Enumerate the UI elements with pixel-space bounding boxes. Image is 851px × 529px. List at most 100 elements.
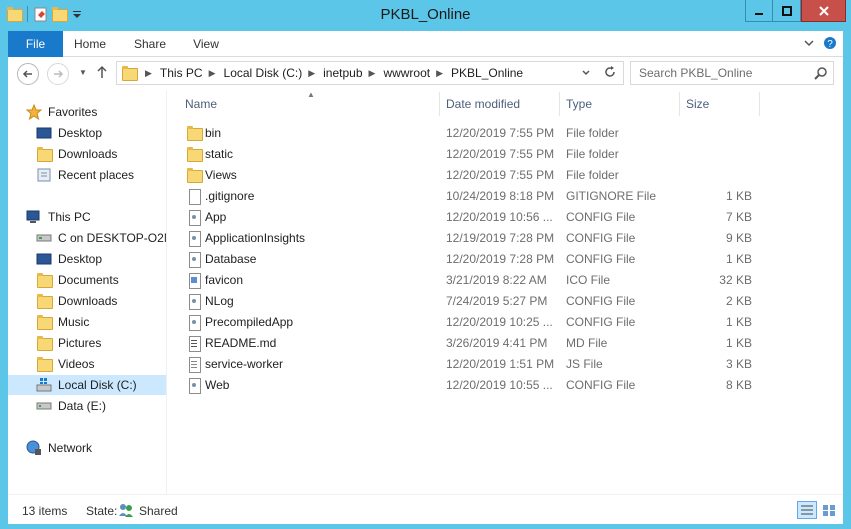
file-date-modified: 12/19/2019 7:28 PM: [446, 231, 555, 245]
file-row[interactable]: Web 12/20/2019 10:55 ... CONFIG File 8 KB: [167, 375, 843, 396]
breadcrumb-pkbl-online[interactable]: PKBL_Online: [451, 66, 523, 80]
file-row[interactable]: PrecompiledApp 12/20/2019 10:25 ... CONFIG…: [167, 312, 843, 333]
nav-documents[interactable]: Documents: [36, 270, 166, 290]
search-input[interactable]: Search PKBL_Online: [630, 61, 834, 85]
file-type: ICO File: [566, 273, 611, 287]
windows-drive-icon: [36, 377, 52, 393]
help-icon[interactable]: ?: [823, 36, 837, 53]
chevron-right-icon[interactable]: ▶: [436, 68, 443, 79]
file-date-modified: 12/20/2019 10:56 ...: [446, 210, 553, 224]
minimize-button[interactable]: [745, 0, 773, 22]
file-row[interactable]: Database 12/20/2019 7:28 PM CONFIG File 1 K…: [167, 249, 843, 270]
folder-icon: [121, 65, 138, 81]
recent-locations-icon[interactable]: ▼: [79, 68, 87, 77]
chevron-down-icon[interactable]: [581, 67, 591, 81]
back-button[interactable]: [17, 63, 39, 85]
chevron-right-icon[interactable]: ▶: [308, 68, 315, 79]
file-type: MD File: [566, 336, 608, 350]
file-size: 1 KB: [725, 252, 752, 266]
breadcrumb-inetpub[interactable]: inetpub: [323, 66, 362, 80]
pictures-folder-icon: [36, 335, 53, 351]
sort-ascending-icon: ▲: [307, 90, 315, 99]
expand-ribbon-icon[interactable]: [803, 37, 815, 52]
chevron-right-icon[interactable]: ▶: [145, 68, 152, 79]
address-row: ▼ ▶ This PC ▶ Local Disk (C:) ▶ inetpub …: [8, 57, 843, 90]
forward-button[interactable]: [47, 63, 69, 85]
file-row[interactable]: ApplicationInsights 12/19/2019 7:28 PM CON…: [167, 228, 843, 249]
file-name: Views: [205, 168, 237, 182]
nav-favorites[interactable]: Favorites: [25, 102, 166, 122]
status-bar: 13 items State: Shared: [8, 494, 843, 524]
nav-pictures[interactable]: Pictures: [36, 333, 166, 353]
drive-icon: [36, 398, 52, 414]
column-header-date[interactable]: Date modified: [440, 92, 560, 116]
file-row[interactable]: App 12/20/2019 10:56 ... CONFIG File 7 KB: [167, 207, 843, 228]
close-button[interactable]: [801, 0, 846, 22]
column-header-name[interactable]: Name ▲: [167, 90, 440, 116]
nav-music[interactable]: Music: [36, 312, 166, 332]
nav-downloads[interactable]: Downloads: [36, 291, 166, 311]
state-label: State:: [86, 504, 118, 518]
search-icon[interactable]: [814, 66, 828, 83]
downloads-folder-icon: [36, 146, 53, 162]
tab-view[interactable]: View: [183, 31, 229, 57]
refresh-icon[interactable]: [603, 65, 617, 82]
file-row[interactable]: service-worker 12/20/2019 1:51 PM JS File 3…: [167, 354, 843, 375]
file-type: CONFIG File: [566, 252, 636, 266]
file-row[interactable]: favicon 3/21/2019 8:22 AM ICO File 32 KB: [167, 270, 843, 291]
nav-network-drive[interactable]: C on DESKTOP-O2N: [36, 228, 166, 248]
file-date-modified: 12/20/2019 10:55 ...: [446, 378, 553, 392]
details-view-button[interactable]: [797, 501, 817, 519]
file-list: Name ▲ Date modified Type Size bin 12/20/…: [167, 90, 843, 494]
file-size: 2 KB: [725, 294, 752, 308]
chevron-right-icon[interactable]: ▶: [209, 68, 216, 79]
file-name: Database: [205, 252, 257, 266]
navigation-pane: Favorites Desktop Downloads Recent place…: [8, 90, 166, 494]
breadcrumb-this-pc[interactable]: This PC: [160, 66, 203, 80]
nav-videos[interactable]: Videos: [36, 354, 166, 374]
ico-file-icon: [186, 272, 202, 289]
file-row[interactable]: bin 12/20/2019 7:55 PM File folder: [167, 123, 843, 144]
file-type: CONFIG File: [566, 210, 636, 224]
file-row[interactable]: Views 12/20/2019 7:55 PM File folder: [167, 165, 843, 186]
config-file-icon: [186, 377, 202, 394]
nav-favorites-downloads[interactable]: Downloads: [36, 144, 166, 164]
config-file-icon: [186, 230, 202, 247]
nav-data-drive[interactable]: Data (E:): [36, 396, 166, 416]
breadcrumb-wwwroot[interactable]: wwwroot: [383, 66, 430, 80]
tab-share[interactable]: Share: [127, 31, 173, 57]
file-date-modified: 12/20/2019 7:55 PM: [446, 126, 555, 140]
file-size: [679, 165, 752, 186]
file-name: NLog: [205, 294, 234, 308]
large-icons-view-button[interactable]: [819, 501, 839, 519]
column-header-size[interactable]: Size: [680, 92, 760, 116]
column-header-type[interactable]: Type: [560, 92, 680, 116]
chevron-right-icon[interactable]: ▶: [369, 68, 376, 79]
file-row[interactable]: NLog 7/24/2019 5:27 PM CONFIG File 2 KB: [167, 291, 843, 312]
nav-desktop[interactable]: Desktop: [36, 249, 166, 269]
nav-favorites-desktop[interactable]: Desktop: [36, 123, 166, 143]
file-name: PrecompiledApp: [205, 315, 294, 329]
file-size: 3 KB: [725, 357, 752, 371]
svg-text:?: ?: [827, 39, 833, 50]
address-bar[interactable]: ▶ This PC ▶ Local Disk (C:) ▶ inetpub ▶ …: [116, 61, 624, 85]
nav-this-pc[interactable]: This PC: [26, 207, 166, 227]
maximize-button[interactable]: [773, 0, 801, 22]
file-name: README.md: [205, 336, 277, 350]
file-row[interactable]: .gitignore 10/24/2019 8:18 PM GITIGNORE Fi…: [167, 186, 843, 207]
file-row[interactable]: README.md 3/26/2019 4:41 PM MD File 1 KB: [167, 333, 843, 354]
breadcrumb-local-disk[interactable]: Local Disk (C:): [224, 66, 303, 80]
file-row[interactable]: static 12/20/2019 7:55 PM File folder: [167, 144, 843, 165]
file-size: 32 KB: [719, 273, 752, 287]
tab-home[interactable]: Home: [67, 31, 113, 57]
file-date-modified: 10/24/2019 8:18 PM: [446, 189, 555, 203]
nav-network[interactable]: Network: [26, 438, 166, 458]
file-type: GITIGNORE File: [566, 189, 657, 203]
file-name: Web: [205, 378, 230, 392]
window-title: PKBL_Online: [380, 6, 471, 23]
file-name: .gitignore: [205, 189, 255, 203]
nav-local-disk[interactable]: Local Disk (C:): [8, 375, 166, 395]
up-button[interactable]: [96, 65, 108, 82]
nav-favorites-recent-places[interactable]: Recent places: [36, 165, 166, 185]
tab-file[interactable]: File: [8, 31, 63, 57]
